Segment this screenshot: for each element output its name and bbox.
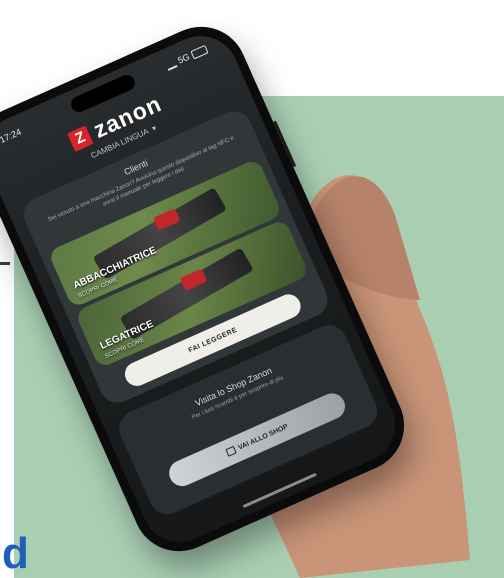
chevron-down-icon: ▼ — [149, 124, 160, 134]
status-time: 17:24 — [0, 126, 23, 145]
network-label: 5G — [176, 51, 192, 66]
shop-button-label: VAI ALLO SHOP — [237, 422, 289, 452]
logo-mark: Z — [67, 124, 94, 152]
signal-icon — [164, 58, 178, 71]
shop-icon — [225, 445, 237, 457]
battery-icon — [190, 44, 209, 60]
status-icons: 5G — [164, 44, 209, 71]
